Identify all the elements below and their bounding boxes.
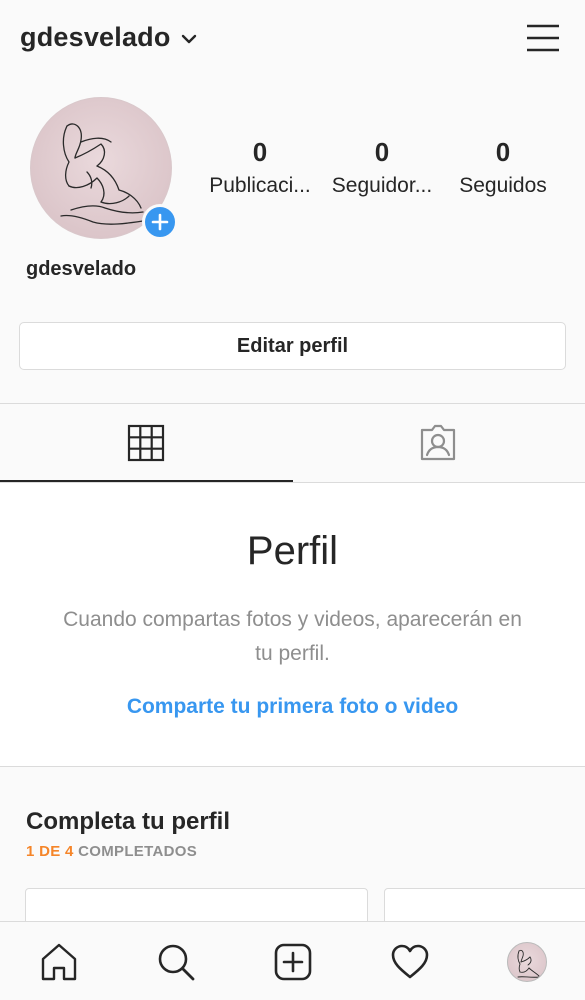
tab-tagged[interactable] — [292, 404, 584, 482]
progress-count: 1 DE 4 — [26, 843, 74, 860]
stat-followers[interactable]: 0 Seguidor... — [317, 137, 447, 198]
tagged-person-icon — [420, 424, 456, 461]
grid-icon — [127, 424, 165, 462]
share-first-photo-link[interactable]: Comparte tu primera foto o video — [0, 695, 585, 719]
profile-tabs — [0, 404, 585, 482]
header-username: gdesvelado — [20, 22, 171, 52]
account-switcher[interactable]: gdesvelado — [20, 22, 197, 53]
profile-avatar — [506, 941, 547, 982]
search-icon — [158, 944, 194, 980]
nav-profile[interactable] — [468, 922, 585, 1000]
nav-search[interactable] — [117, 922, 234, 1000]
profile-avatar-container[interactable] — [30, 97, 178, 242]
empty-state-description: Cuando compartas fotos y videos, aparece… — [63, 608, 522, 665]
new-post-icon — [274, 943, 311, 980]
tab-grid[interactable] — [0, 404, 292, 482]
divider — [0, 766, 585, 767]
hamburger-menu-icon[interactable] — [525, 22, 561, 54]
complete-profile-progress: 1 DE 4 COMPLETADOS — [26, 843, 197, 860]
chevron-down-icon — [181, 31, 197, 49]
nav-activity[interactable] — [351, 922, 468, 1000]
edit-profile-button[interactable]: Editar perfil — [19, 322, 566, 370]
progress-label: COMPLETADOS — [78, 843, 197, 860]
empty-posts-section: Perfil Cuando compartas fotos y videos, … — [0, 483, 585, 766]
stat-followers-count: 0 — [374, 137, 390, 167]
profile-display-name: gdesvelado — [26, 258, 137, 280]
stat-posts-count: 0 — [252, 137, 268, 167]
bottom-navigation — [0, 921, 585, 1000]
add-story-button[interactable] — [142, 204, 178, 240]
stat-posts-label: Publicaci... — [209, 174, 311, 197]
stat-following-count: 0 — [495, 137, 511, 167]
nav-home[interactable] — [0, 922, 117, 1000]
home-icon — [41, 943, 76, 980]
nav-new-post[interactable] — [234, 922, 351, 1000]
top-bar: gdesvelado — [0, 0, 585, 80]
heart-icon — [391, 944, 428, 978]
stat-posts[interactable]: 0 Publicaci... — [195, 137, 325, 198]
stat-following-label: Seguidos — [459, 174, 547, 197]
stat-followers-label: Seguidor... — [331, 174, 433, 197]
empty-state-title: Perfil — [246, 529, 339, 573]
plus-icon — [151, 213, 169, 231]
complete-profile-title: Completa tu perfil — [26, 808, 231, 835]
stat-following[interactable]: 0 Seguidos — [438, 137, 568, 198]
